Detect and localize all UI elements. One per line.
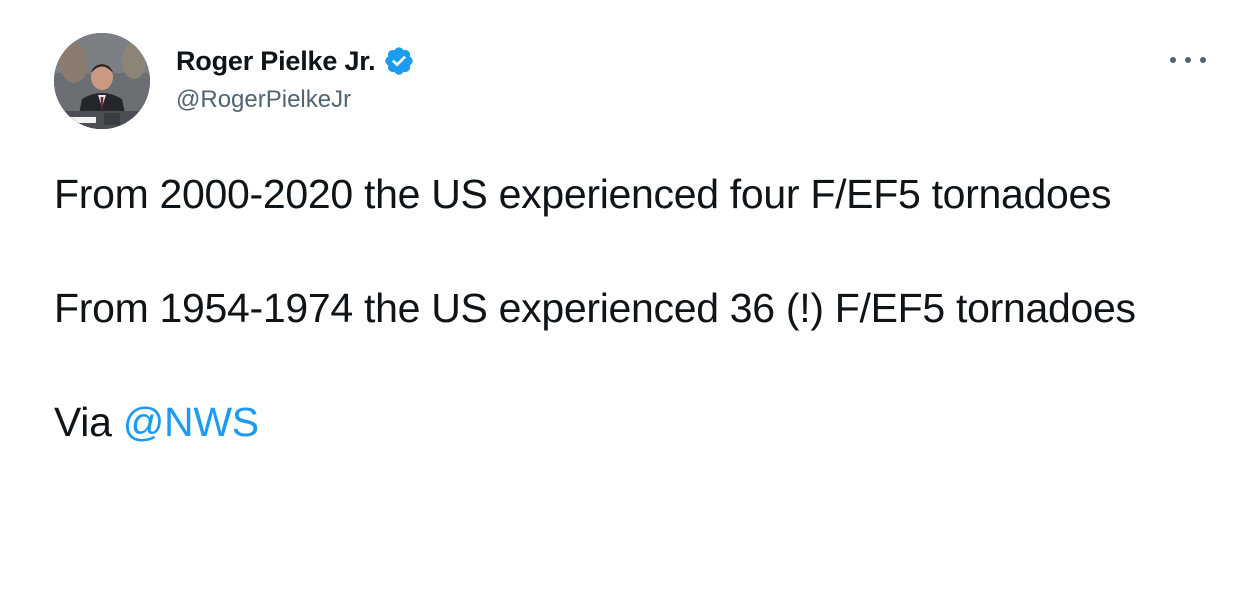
avatar-photo [54, 33, 150, 129]
more-dot [1200, 57, 1206, 63]
tweet-paragraph: From 1954-1974 the US experienced 36 (!)… [54, 285, 1136, 331]
more-options-icon[interactable] [1170, 50, 1206, 70]
author-display-name[interactable]: Roger Pielke Jr. [176, 46, 376, 77]
tweet-card: Roger Pielke Jr. @RogerPielkeJr From 200… [0, 0, 1254, 598]
mention-link[interactable]: @NWS [123, 399, 259, 445]
tweet-paragraph: From 2000-2020 the US experienced four F… [54, 171, 1112, 217]
author-name-row: Roger Pielke Jr. [176, 43, 415, 79]
tweet-author: Roger Pielke Jr. @RogerPielkeJr [176, 43, 415, 114]
tweet-via-line: Via @NWS [54, 394, 1174, 451]
tweet-body: From 2000-2020 the US experienced four F… [54, 166, 1174, 451]
author-handle[interactable]: @RogerPielkeJr [176, 86, 415, 114]
verified-badge-icon [385, 47, 414, 75]
more-dot [1185, 57, 1191, 63]
via-label: Via [54, 399, 112, 445]
more-dot [1170, 57, 1176, 63]
author-avatar[interactable] [54, 33, 150, 129]
